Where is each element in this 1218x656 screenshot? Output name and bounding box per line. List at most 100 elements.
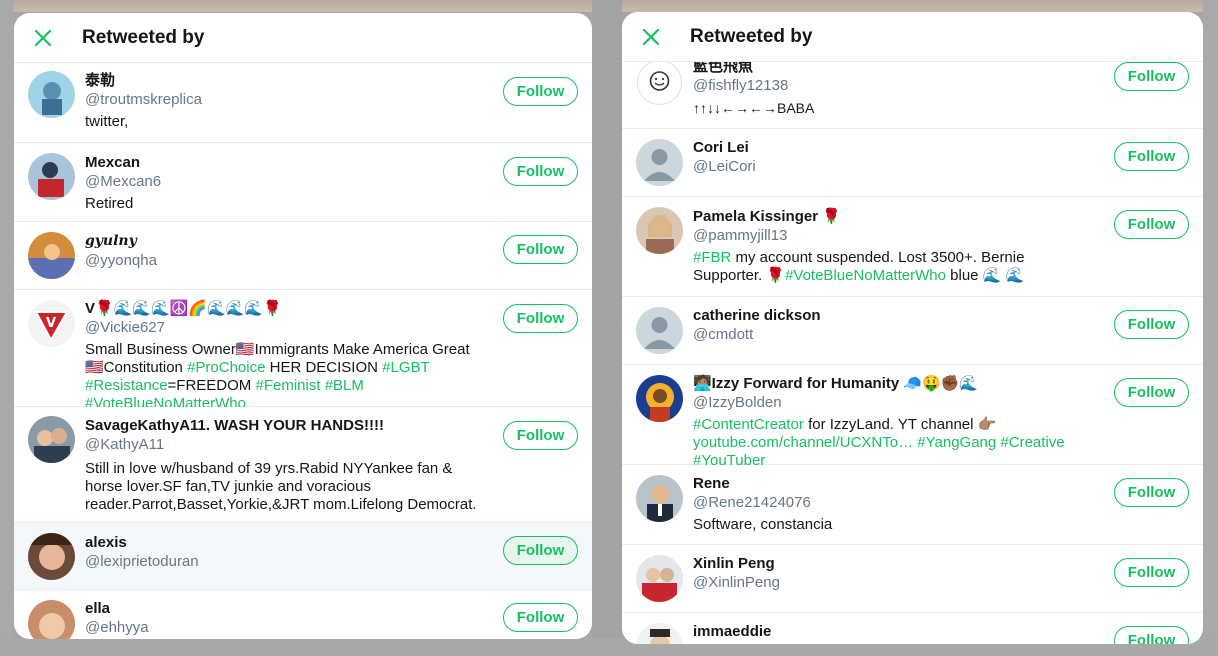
username[interactable]: @yyonqha (85, 251, 482, 270)
user-bio: Software, constancia (693, 516, 833, 533)
user-bio: Retired (85, 195, 134, 212)
hashtag-link[interactable]: #VoteBlueNoMatterWho (785, 267, 946, 284)
user-cell[interactable]: 藍色飛魚 @fishfly12138 ↑↑↓↓←→←→BABA Follow (622, 54, 1203, 129)
display-name[interactable]: 🧑🏽‍💻Izzy Forward for Humanity 🧢🤑✊🏾🌊 (693, 374, 1093, 393)
username[interactable]: @cmdott (693, 325, 1093, 344)
follow-button[interactable]: Follow (503, 536, 578, 565)
follow-button[interactable]: Follow (1114, 310, 1189, 339)
follow-button[interactable]: Follow (503, 421, 578, 450)
user-bio: #FBR my account suspended. Lost 3500+. B… (693, 249, 1093, 285)
display-name[interactable]: alexis (85, 533, 482, 552)
username[interactable]: @LeiCori (693, 157, 1093, 176)
close-button[interactable] (631, 17, 671, 57)
display-name[interactable]: immaeddie (693, 622, 1093, 641)
avatar[interactable] (28, 533, 75, 580)
follow-button[interactable]: Follow (503, 157, 578, 186)
username[interactable]: @ehhyya (85, 618, 482, 637)
username[interactable]: @Mexcan6 (85, 172, 482, 191)
display-name[interactable]: 𝒈𝒚𝒖𝒍𝒏𝒚 (85, 232, 482, 251)
close-button[interactable] (23, 18, 63, 58)
avatar[interactable] (636, 59, 683, 106)
bio-text: blue 🌊 🌊 (945, 267, 1025, 284)
user-bio: #ContentCreator for IzzyLand. YT channel… (693, 416, 1093, 470)
follow-button[interactable]: Follow (1114, 210, 1189, 239)
username[interactable]: @troutmskreplica (85, 90, 482, 109)
bio-text: HER DECISION (265, 359, 383, 376)
follow-button[interactable]: Follow (503, 603, 578, 632)
user-cell[interactable]: Pamela Kissinger 🌹 @pammyjill13 #FBR my … (622, 197, 1203, 297)
follow-button[interactable]: Follow (1114, 378, 1189, 407)
avatar[interactable] (636, 623, 683, 644)
avatar[interactable] (636, 555, 683, 602)
avatar[interactable]: V (28, 300, 75, 347)
display-name[interactable]: Pamela Kissinger 🌹 (693, 207, 1093, 226)
follow-button[interactable]: Follow (503, 77, 578, 106)
display-name[interactable]: catherine dickson (693, 306, 1093, 325)
avatar[interactable] (636, 475, 683, 522)
hashtag-link[interactable]: #Creative (1000, 434, 1064, 451)
user-bio: ↑↑↓↓←→←→BABA (693, 100, 815, 116)
follow-button[interactable]: Follow (1114, 558, 1189, 587)
user-cell[interactable]: catherine dickson @cmdott Follow (622, 297, 1203, 365)
hashtag-link[interactable]: #ProChoice (187, 359, 265, 376)
display-name[interactable]: Xinlin Peng (693, 554, 1093, 573)
avatar[interactable] (28, 232, 75, 279)
follow-button[interactable]: Follow (1114, 626, 1189, 644)
follow-button[interactable]: Follow (503, 235, 578, 264)
username[interactable]: @pammyjill13 (693, 226, 1093, 245)
avatar[interactable] (636, 207, 683, 254)
hashtag-link[interactable]: #LGBT (382, 359, 429, 376)
display-name[interactable]: ella (85, 599, 482, 618)
dialog-header: Retweeted by (14, 13, 592, 63)
svg-text:V: V (46, 316, 56, 331)
display-name[interactable]: SavageKathyA11. WASH YOUR HANDS!!!! (85, 416, 482, 435)
dialog-header: Retweeted by (622, 12, 1203, 62)
user-cell[interactable]: 𝒈𝒚𝒖𝒍𝒏𝒚 @yyonqha Follow (14, 222, 592, 290)
display-name[interactable]: Rene (693, 474, 1093, 493)
user-cell[interactable]: Xinlin Peng @XinlinPeng Follow (622, 545, 1203, 613)
user-bio: Small Business Owner🇺🇸Immigrants Make Am… (85, 341, 482, 413)
username[interactable]: @IzzyBolden (693, 393, 1093, 412)
username[interactable]: @KathyA11 (85, 435, 482, 454)
follow-button[interactable]: Follow (503, 304, 578, 333)
avatar[interactable] (636, 375, 683, 422)
user-cell[interactable]: 🧑🏽‍💻Izzy Forward for Humanity 🧢🤑✊🏾🌊 @Izz… (622, 365, 1203, 469)
user-cell[interactable]: Mexcan @Mexcan6 Retired Follow (14, 143, 592, 222)
username[interactable]: @lexiprietoduran (85, 552, 482, 571)
user-bio: Still in love w/husband of 39 yrs.Rabid … (85, 460, 477, 513)
hashtag-link[interactable]: #FBR (693, 249, 731, 266)
username[interactable]: @Vickie627 (85, 318, 482, 337)
user-cell[interactable]: Rene @Rene21424076 Software, constancia … (622, 465, 1203, 545)
avatar[interactable] (28, 153, 75, 200)
user-cell[interactable]: alexis @lexiprietoduran Follow (14, 523, 592, 590)
user-cell[interactable]: SavageKathyA11. WASH YOUR HANDS!!!! @Kat… (14, 407, 592, 523)
user-cell[interactable]: immaeddie Follow (622, 613, 1203, 644)
hashtag-link[interactable]: #Resistance (85, 377, 168, 394)
username[interactable]: @fishfly12138 (693, 76, 1093, 95)
hashtag-link[interactable]: #ContentCreator (693, 416, 804, 433)
username[interactable]: @XinlinPeng (693, 573, 1093, 592)
user-cell[interactable]: 泰勒 @troutmskreplica twitter, Follow (14, 63, 592, 143)
hashtag-link[interactable]: youtube.com/channel/UCXNTo… (693, 434, 913, 451)
display-name[interactable]: 泰勒 (85, 71, 482, 90)
hashtag-link[interactable]: #BLM (325, 377, 364, 394)
avatar[interactable] (636, 307, 683, 354)
avatar[interactable] (28, 71, 75, 118)
avatar[interactable] (28, 416, 75, 463)
avatar[interactable] (636, 139, 683, 186)
user-cell[interactable]: ella @ehhyya Follow (14, 590, 592, 639)
dialog-title: Retweeted by (690, 25, 813, 47)
follow-button[interactable]: Follow (1114, 142, 1189, 171)
display-name[interactable]: Cori Lei (693, 138, 1093, 157)
background-timeline-right (1203, 0, 1218, 656)
hashtag-link[interactable]: #YangGang (917, 434, 996, 451)
avatar[interactable] (28, 600, 75, 639)
hashtag-link[interactable]: #Feminist (255, 377, 320, 394)
display-name[interactable]: Mexcan (85, 153, 482, 172)
user-cell[interactable]: Cori Lei @LeiCori Follow (622, 129, 1203, 197)
follow-button[interactable]: Follow (1114, 62, 1189, 91)
follow-button[interactable]: Follow (1114, 478, 1189, 507)
display-name[interactable]: V🌹🌊🌊🌊☮️🌈🌊🌊🌊🌹 (85, 299, 482, 318)
user-cell[interactable]: V V🌹🌊🌊🌊☮️🌈🌊🌊🌊🌹 @Vickie627 Small Business… (14, 290, 592, 412)
username[interactable]: @Rene21424076 (693, 493, 1093, 512)
